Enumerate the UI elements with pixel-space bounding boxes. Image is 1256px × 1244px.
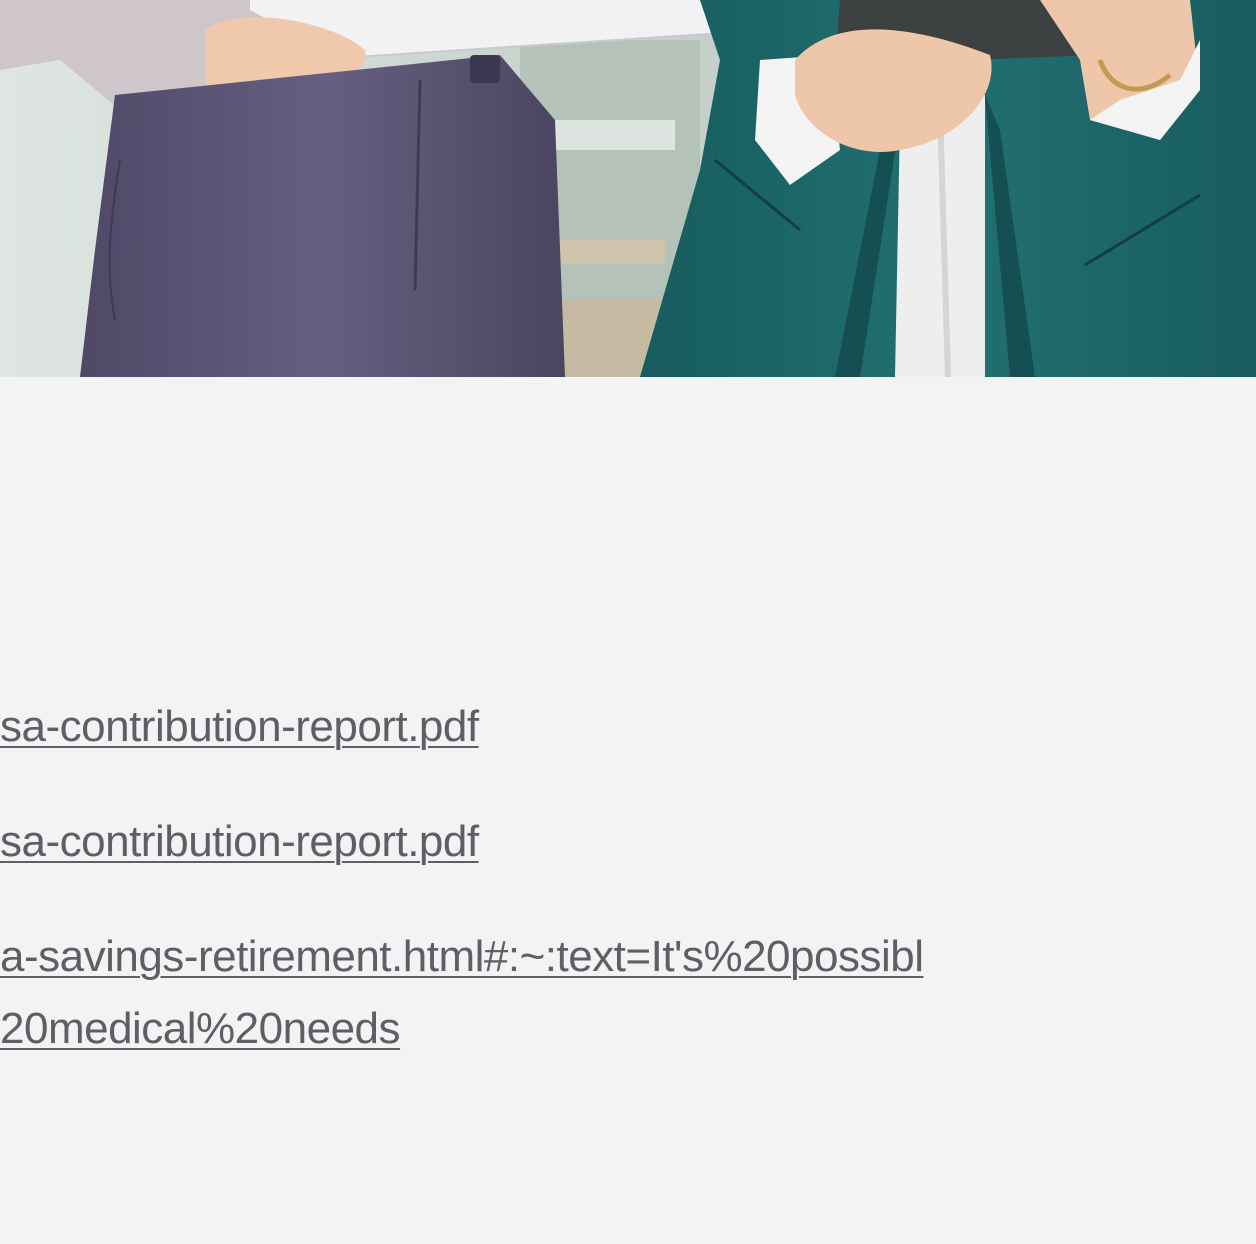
- reference-link-text: sa-contribution-report.pdf: [0, 817, 479, 866]
- page: sa-contribution-report.pdf sa-contributi…: [0, 0, 1256, 1244]
- reference-link-text: 20medical%20needs: [0, 1004, 401, 1053]
- references-section: sa-contribution-report.pdf sa-contributi…: [0, 377, 1256, 1244]
- reference-link[interactable]: sa-contribution-report.pdf: [0, 691, 479, 763]
- reference-link-text: sa-contribution-report.pdf: [0, 702, 479, 751]
- reference-link-text: a-savings-retirement.html#:~:text=It's%2…: [0, 932, 924, 981]
- reference-link[interactable]: sa-contribution-report.pdf: [0, 806, 479, 878]
- hero-photo: [0, 0, 1256, 377]
- reference-link[interactable]: a-savings-retirement.html#:~:text=It's%2…: [0, 921, 924, 1065]
